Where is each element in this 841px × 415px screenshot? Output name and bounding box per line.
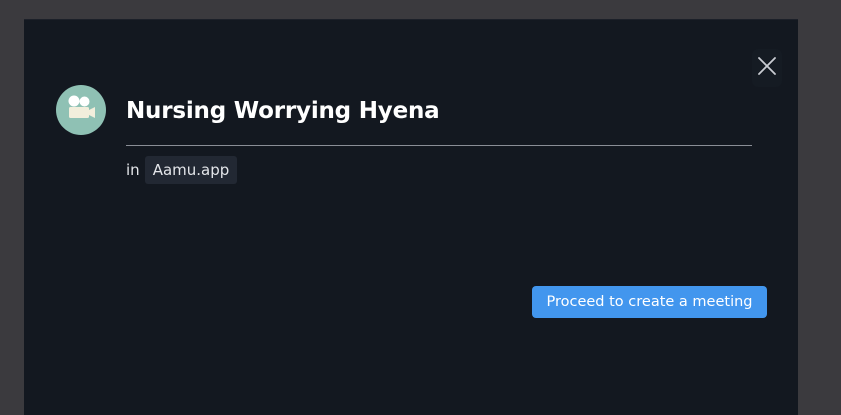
movie-camera-icon	[64, 93, 98, 128]
meeting-title: Nursing Worrying Hyena	[126, 98, 440, 124]
proceed-create-meeting-button[interactable]: Proceed to create a meeting	[532, 286, 767, 318]
close-icon	[757, 56, 777, 81]
title-divider	[126, 145, 752, 146]
organization-row: in Aamu.app	[126, 156, 238, 184]
close-button[interactable]	[752, 49, 782, 87]
avatar	[56, 85, 106, 135]
organization-chip[interactable]: Aamu.app	[144, 156, 238, 184]
in-label: in	[126, 161, 140, 179]
meeting-dialog: Nursing Worrying Hyena in Aamu.app Proce…	[24, 19, 798, 415]
